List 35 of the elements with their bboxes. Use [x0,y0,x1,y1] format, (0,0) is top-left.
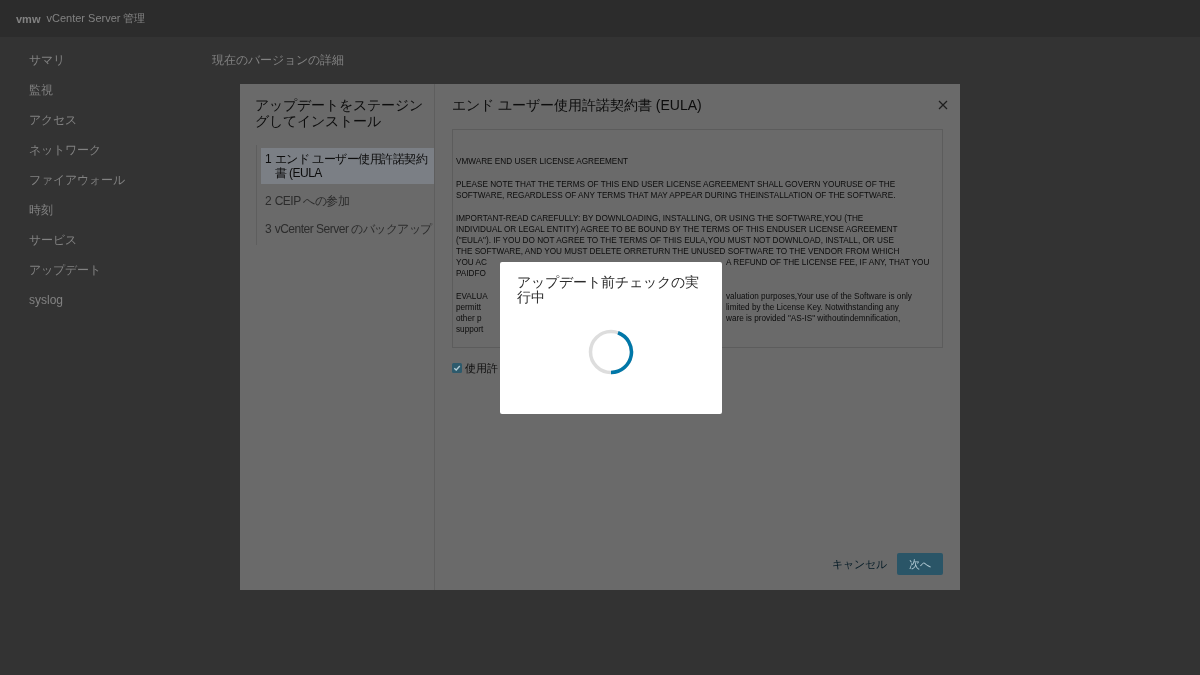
primary-button[interactable]: 次へ [897,553,943,575]
eula-text-fragment: limited by the License Key. Notwithstanding any [726,302,899,313]
close-icon[interactable] [938,100,948,110]
eula-paragraph: IMPORTANT-READ CAREFULLY: BY DOWNLOADING, INSTALLING, OR USING THE SOFTWARE,YOU (THE INDIVIDUAL OR LEGAL ENTITY) AGREE TO BE BOUND BY THE TERMS OF THIS ENDUSER LICENSE AGREEMENT ("EULA"). IF YOU DO NOT AGREE TO THE TERMS OF THIS EULA,YOU MUST NOT DOWNLOAD, INSTALL, OR USE THE SOFTWARE, AND YOU MUST DELETE ORRETURN THE UNUSED SOFTWARE TO THE VENDOR FROM WHICH [456,213,900,257]
dialog-title: エンド ユーザー使用許諾契約書 (EULA) [452,96,702,114]
checkbox[interactable] [452,363,462,373]
sidebar-item[interactable]: 監視 [29,75,53,105]
eula-text-fragment: support [456,324,484,335]
eula-paragraph: VMWARE END USER LICENSE AGREEMENT [456,156,629,167]
sidebar-item[interactable]: 時刻 [29,195,53,225]
section-heading: 現在のバージョンの詳細 [212,52,344,68]
wizard-step[interactable]: 1 エンド ユーザー使用許諾契約書 (EULA [261,148,434,184]
eula-text-fragment: YOU AC [456,257,487,268]
eula-text-fragment: EVALUA [456,291,488,302]
eula-text-fragment: PAIDFO [456,268,486,279]
dialog-title: アップデート前チェックの実行中 [517,275,700,305]
sidebar-item[interactable]: ネットワーク [29,135,101,165]
app-title: vCenter Server 管理 [46,11,146,26]
sidebar-item[interactable]: syslog [29,285,63,315]
sidebar-item[interactable]: サービス [29,225,77,255]
wizard-title: アップデートをステージングしてインストール [255,97,424,129]
eula-text-fragment: valuation purposes,Your use of the Software is only [726,291,912,302]
checkbox-label[interactable]: 使用許 [465,361,498,375]
eula-text-fragment: A REFUND OF THE LICENSE FEE, IF ANY, THAT YOU [726,257,930,268]
sidebar-item[interactable]: アクセス [29,105,77,135]
sidebar-item[interactable]: ファイアウォール [29,165,125,195]
sidebar-item[interactable]: サマリ [29,45,65,75]
eula-paragraph: PLEASE NOTE THAT THE TERMS OF THIS END USER LICENSE AGREEMENT SHALL GOVERN YOURUSE OF THE SOFTWARE, REGARDLESS OF ANY TERMS THAT MAY APPEAR DURING THEINSTALLATION OF THE SOFTWARE. [456,179,896,201]
spinner-icon [588,329,634,375]
eula-text-fragment: other p [456,313,482,324]
sidebar-item[interactable]: アップデート [29,255,101,285]
eula-text-fragment: permitt [456,302,482,313]
brand-logo: vmw [16,12,41,25]
eula-text-fragment: ware is provided "AS-IS" withoutindemnification, [726,313,901,324]
link-button[interactable]: キャンセル [832,557,887,571]
